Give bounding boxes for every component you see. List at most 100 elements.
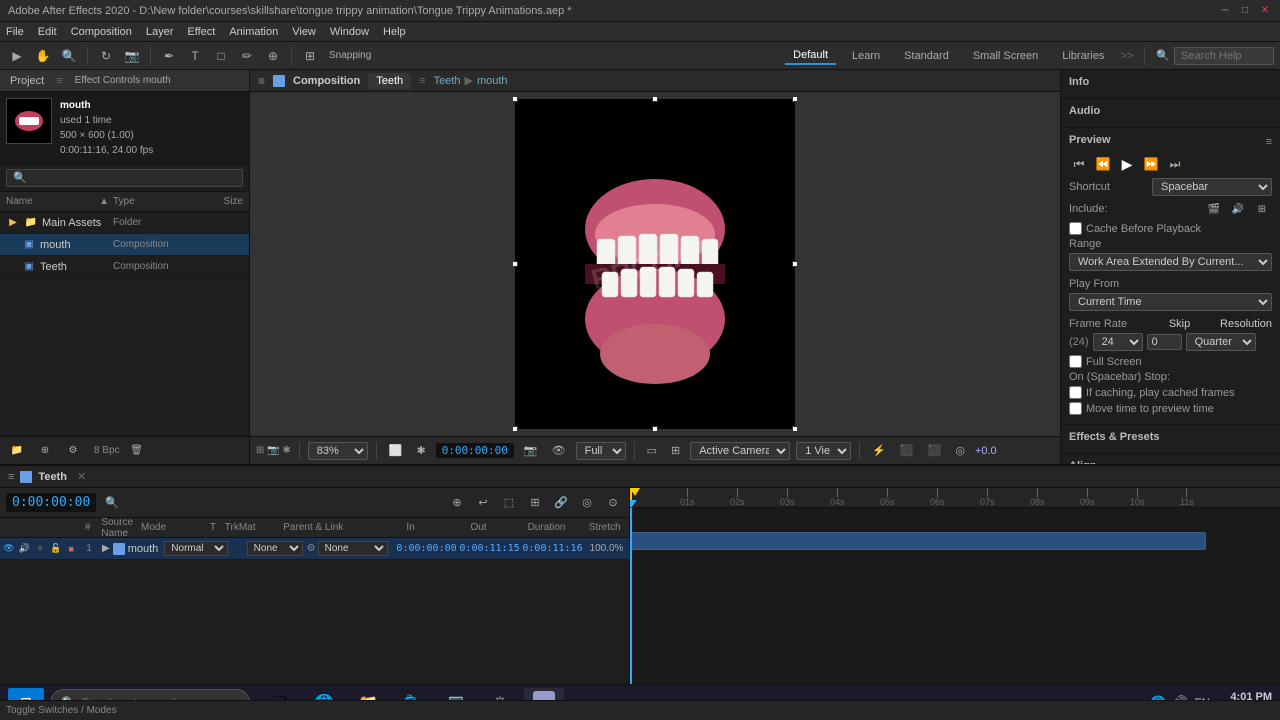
resolution-select-preview[interactable]: Quarter Half Full xyxy=(1186,333,1256,351)
info-title[interactable]: Info xyxy=(1069,76,1272,88)
tl-tool7[interactable]: ⊙ xyxy=(603,493,623,513)
comp-tab[interactable]: Teeth xyxy=(368,73,411,89)
trkmat-select[interactable]: None xyxy=(247,541,303,556)
select-tool[interactable]: ▶ xyxy=(6,45,28,67)
first-frame-btn[interactable]: ⏮ xyxy=(1069,154,1089,174)
caching-checkbox[interactable] xyxy=(1069,386,1082,399)
toggle-mask-btn[interactable]: ⬜ xyxy=(385,442,407,459)
handle-br[interactable] xyxy=(792,426,798,432)
viewer-timecode[interactable]: 0:00:00:00 xyxy=(436,443,514,458)
layer-dur[interactable]: 0:00:11:16 xyxy=(521,543,584,554)
layer-label-icon[interactable]: ■ xyxy=(64,542,78,556)
breadcrumb-mouth[interactable]: mouth xyxy=(477,75,508,87)
paint-tool[interactable]: ✏ xyxy=(236,45,258,67)
project-item-mouth[interactable]: ▣ mouth Composition xyxy=(0,234,249,256)
shortcut-select[interactable]: Spacebar xyxy=(1152,178,1272,196)
camera-select[interactable]: Active Camera xyxy=(690,442,790,460)
tl-tool6[interactable]: ◎ xyxy=(577,493,597,513)
timeline-timecode[interactable]: 0:00:00:00 xyxy=(6,493,96,512)
workspace-default[interactable]: Default xyxy=(785,47,836,65)
workspace-small-screen[interactable]: Small Screen xyxy=(965,48,1046,64)
project-tab[interactable]: Project ≡ Effect Controls mouth xyxy=(0,70,249,92)
handle-tr[interactable] xyxy=(792,96,798,102)
layer-track-bar-mouth[interactable] xyxy=(630,532,1206,550)
close-button[interactable]: ✕ xyxy=(1258,4,1272,18)
menu-layer[interactable]: Layer xyxy=(146,26,174,38)
menu-help[interactable]: Help xyxy=(383,26,406,38)
new-comp-button[interactable]: 📁 xyxy=(6,440,28,462)
layer-lock-icon[interactable]: 🔓 xyxy=(49,542,63,556)
col-type-header[interactable]: Type xyxy=(113,196,193,207)
panel-menu-icon[interactable]: ≡ xyxy=(258,74,265,88)
frame-rate-select[interactable]: 24 xyxy=(1093,333,1143,351)
playhead[interactable] xyxy=(630,508,632,684)
flowchart-btn[interactable]: ⬛ xyxy=(924,442,946,459)
tl-close-icon[interactable]: ✕ xyxy=(77,470,86,483)
unified-camera-tool[interactable]: 📷 xyxy=(121,45,143,67)
layer-expand-icon[interactable]: ▶ xyxy=(102,543,110,554)
project-item-teeth[interactable]: ▣ Teeth Composition xyxy=(0,256,249,278)
handle-bc[interactable] xyxy=(652,426,658,432)
handle-mr[interactable] xyxy=(792,261,798,267)
layer-in[interactable]: 0:00:00:00 xyxy=(395,543,458,554)
comp-panel-more[interactable]: ≡ xyxy=(419,75,425,87)
tl-search-btn[interactable]: 🔍 xyxy=(102,493,122,513)
region-of-interest[interactable]: ▭ xyxy=(643,442,661,459)
menu-window[interactable]: Window xyxy=(330,26,369,38)
snapshot-btn[interactable]: 📷 xyxy=(520,442,542,459)
pen-tool[interactable]: ✒ xyxy=(158,45,180,67)
layer-mode-select[interactable]: Normal xyxy=(164,541,228,556)
timeline-btn[interactable]: ⬛ xyxy=(896,442,918,459)
menu-animation[interactable]: Animation xyxy=(229,26,278,38)
project-search-input[interactable] xyxy=(6,169,243,187)
puppet-tool[interactable]: ⊕ xyxy=(262,45,284,67)
effect-controls-tab[interactable]: Effect Controls mouth xyxy=(75,75,171,86)
transparency-grid[interactable]: ⊞ xyxy=(667,442,684,459)
menu-view[interactable]: View xyxy=(292,26,316,38)
fullscreen-checkbox[interactable] xyxy=(1069,355,1082,368)
menu-composition[interactable]: Composition xyxy=(71,26,132,38)
move-time-checkbox[interactable] xyxy=(1069,402,1082,415)
range-select[interactable]: Work Area Extended By Current... xyxy=(1069,253,1272,271)
menu-edit[interactable]: Edit xyxy=(38,26,57,38)
workspace-more-icon[interactable]: >> xyxy=(1120,50,1133,62)
col-size-header[interactable]: Size xyxy=(193,196,243,207)
canvas-area[interactable]: RRCG.CN xyxy=(250,92,1060,436)
toggle-motion-blur[interactable]: ✱ xyxy=(412,442,429,459)
hand-tool[interactable]: ✋ xyxy=(32,45,54,67)
layer-eye-icon[interactable]: 👁 xyxy=(2,542,16,556)
handle-ml[interactable] xyxy=(512,261,518,267)
workspace-libraries[interactable]: Libraries xyxy=(1054,48,1112,64)
view-select[interactable]: 1 View xyxy=(796,442,851,460)
tl-tool1[interactable]: ⊕ xyxy=(447,493,467,513)
menu-file[interactable]: File xyxy=(6,26,24,38)
handle-bl[interactable] xyxy=(512,426,518,432)
tl-tool3[interactable]: ⬚ xyxy=(499,493,519,513)
include-video-btn[interactable]: 🎬 xyxy=(1204,199,1224,219)
tl-tool5[interactable]: 🔗 xyxy=(551,493,571,513)
project-item-main-assets[interactable]: ▶ 📁 Main Assets Folder xyxy=(0,212,249,234)
new-folder-button[interactable]: ⊕ xyxy=(34,440,56,462)
resolution-select[interactable]: Full Half Quarter xyxy=(576,442,626,460)
shape-tool[interactable]: □ xyxy=(210,45,232,67)
play-btn[interactable]: ▶ xyxy=(1117,154,1137,174)
preview-toggle[interactable]: ⊞ xyxy=(299,45,321,67)
maximize-button[interactable]: □ xyxy=(1238,4,1252,18)
include-audio-btn[interactable]: 🔊 xyxy=(1228,199,1248,219)
menu-effect[interactable]: Effect xyxy=(187,26,215,38)
minimize-button[interactable]: ─ xyxy=(1218,4,1232,18)
col-name-header[interactable]: Name xyxy=(6,196,99,207)
parent-select[interactable]: None xyxy=(318,541,388,556)
reset-exposure[interactable]: ◎ xyxy=(951,442,969,459)
include-overflow-btn[interactable]: ⊞ xyxy=(1252,199,1272,219)
play-from-select[interactable]: Current Time xyxy=(1069,293,1272,311)
handle-tl[interactable] xyxy=(512,96,518,102)
delete-button[interactable]: 🗑 xyxy=(126,440,148,462)
tl-menu-icon[interactable]: ≡ xyxy=(8,471,14,483)
skip-input[interactable] xyxy=(1147,334,1182,350)
layer-audio-icon[interactable]: 🔊 xyxy=(18,542,32,556)
layer-stretch[interactable]: 100.0% xyxy=(584,543,629,554)
tl-tool4[interactable]: ⊞ xyxy=(525,493,545,513)
layer-solo-icon[interactable]: ☀ xyxy=(33,542,47,556)
search-input[interactable] xyxy=(1174,47,1274,65)
